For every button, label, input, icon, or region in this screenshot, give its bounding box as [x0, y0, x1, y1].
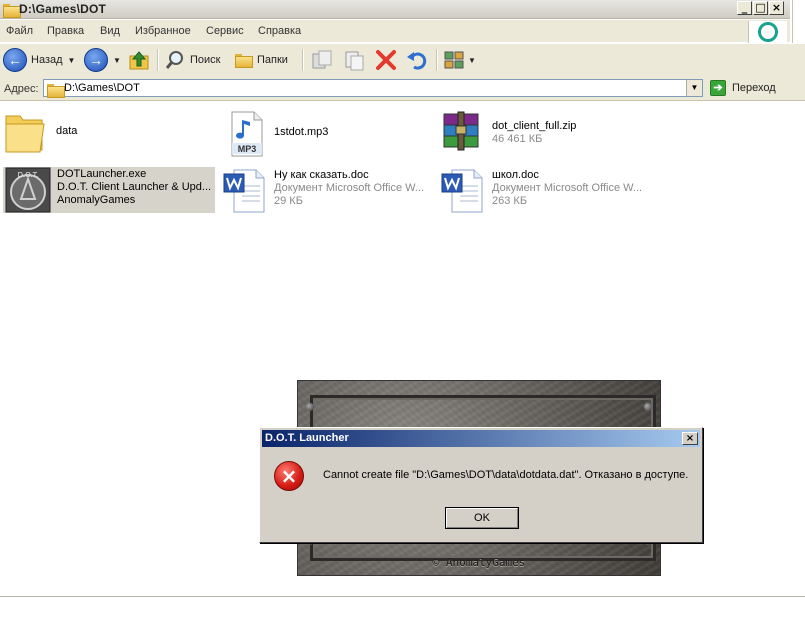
- move-to-button[interactable]: [310, 47, 334, 73]
- search-icon: [165, 51, 183, 69]
- forward-button[interactable]: → ▼: [84, 47, 121, 73]
- copy-to-icon: [345, 51, 364, 71]
- mp3-icon: MP3: [231, 111, 263, 157]
- window-title: D:\Games\DOT: [19, 2, 107, 16]
- dialog-close-button[interactable]: ×: [682, 432, 698, 445]
- file-item-zip[interactable]: dot_client_full.zip 46 461 КБ: [440, 108, 640, 158]
- go-arrow-icon: ➔: [710, 80, 726, 96]
- go-button[interactable]: ➔ Переход: [710, 80, 776, 96]
- copy-to-button[interactable]: [342, 47, 366, 73]
- dialog-title: D.O.T. Launcher: [265, 432, 349, 444]
- window-bottom-border: [0, 596, 805, 597]
- menu-help[interactable]: Справка: [258, 25, 301, 37]
- menu-view[interactable]: Вид: [100, 25, 120, 37]
- folder-icon: [3, 2, 21, 18]
- dialog-message: Cannot create file "D:\Games\DOT\data\do…: [323, 469, 689, 481]
- views-icon: [444, 51, 464, 69]
- up-folder-button[interactable]: [128, 47, 152, 73]
- menu-edit[interactable]: Правка: [47, 25, 84, 37]
- file-name: dot_client_full.zip: [492, 120, 577, 132]
- file-size: 46 461 КБ: [492, 133, 543, 145]
- file-name: 1stdot.mp3: [274, 126, 329, 138]
- move-to-icon: [312, 50, 332, 69]
- search-button[interactable]: Поиск: [164, 47, 220, 73]
- undo-button[interactable]: [405, 47, 429, 73]
- minimize-button[interactable]: _: [737, 1, 752, 15]
- splash-copyright: © AnomalyGames: [432, 556, 526, 569]
- error-dialog: D.O.T. Launcher × × Cannot create file "…: [259, 427, 703, 543]
- error-icon: ×: [274, 461, 304, 491]
- winrar-icon: [443, 111, 479, 151]
- menu-favorites[interactable]: Избранное: [135, 25, 191, 37]
- close-button[interactable]: ×: [769, 1, 784, 15]
- file-company: AnomalyGames: [57, 194, 136, 206]
- forward-arrow-icon: →: [84, 48, 108, 72]
- address-label: Адрес:: [4, 83, 39, 95]
- file-item-data[interactable]: data: [4, 108, 204, 158]
- menu-tools[interactable]: Сервис: [206, 25, 244, 37]
- ok-button[interactable]: OK: [445, 507, 519, 529]
- word-doc-icon: [441, 169, 483, 213]
- address-dropdown-icon[interactable]: ▼: [686, 80, 702, 96]
- views-button[interactable]: ▼: [443, 47, 476, 73]
- back-button[interactable]: ← Назад ▼: [3, 47, 75, 73]
- forward-dropdown-icon[interactable]: ▼: [113, 56, 121, 65]
- address-bar: Адрес: D:\Games\DOT ▼ ➔ Переход: [0, 78, 805, 101]
- dot-launcher-icon: D.O.T.: [5, 167, 51, 213]
- file-item-mp3[interactable]: MP3 1stdot.mp3: [222, 110, 422, 160]
- file-item-doc-2[interactable]: школ.doc Документ Microsoft Office W... …: [440, 166, 660, 216]
- file-item-dotlauncher[interactable]: D.O.T. DOTLauncher.exe D.O.T. Client Lau…: [3, 167, 215, 213]
- undo-icon: [407, 52, 427, 70]
- file-name: школ.doc: [492, 169, 539, 181]
- file-name: Ну как сказать.doc: [274, 169, 369, 181]
- address-input[interactable]: D:\Games\DOT ▼: [43, 79, 703, 98]
- menu-bar: Файл Правка Вид Избранное Сервис Справка: [0, 20, 790, 43]
- back-arrow-icon: ←: [3, 48, 27, 72]
- svg-text:MP3: MP3: [238, 144, 257, 154]
- file-size: 29 КБ: [274, 195, 303, 207]
- back-dropdown-icon[interactable]: ▼: [68, 56, 76, 65]
- menu-file[interactable]: Файл: [6, 25, 33, 37]
- folder-icon: [47, 82, 65, 98]
- word-doc-icon: [223, 169, 265, 213]
- file-type: Документ Microsoft Office W...: [274, 182, 425, 194]
- windows-logo-icon: [748, 21, 787, 43]
- file-type: Документ Microsoft Office W...: [492, 182, 643, 194]
- file-name: data: [56, 125, 78, 137]
- views-dropdown-icon[interactable]: ▼: [468, 56, 476, 65]
- dialog-title-bar[interactable]: D.O.T. Launcher ×: [262, 430, 700, 447]
- folder-icon: [5, 115, 45, 153]
- up-folder-icon: [129, 51, 149, 70]
- file-name: DOTLauncher.exe: [57, 168, 147, 180]
- file-item-doc-1[interactable]: Ну как сказать.doc Документ Microsoft Of…: [222, 166, 432, 216]
- rivet: [644, 403, 652, 411]
- file-description: D.O.T. Client Launcher & Upd...: [57, 181, 212, 193]
- toolbar: ← Назад ▼ → ▼ Поиск Папки ▼: [0, 43, 805, 79]
- folders-icon: [235, 52, 253, 68]
- file-size: 263 КБ: [492, 195, 528, 207]
- address-value: D:\Games\DOT: [64, 82, 140, 94]
- maximize-button[interactable]: □: [753, 1, 768, 15]
- window-title-bar[interactable]: D:\Games\DOT: [0, 0, 790, 19]
- rivet: [306, 403, 314, 411]
- svg-text:D.O.T.: D.O.T.: [18, 171, 39, 179]
- delete-icon: [376, 50, 396, 70]
- folders-button[interactable]: Папки: [235, 47, 288, 73]
- delete-button[interactable]: [374, 47, 398, 73]
